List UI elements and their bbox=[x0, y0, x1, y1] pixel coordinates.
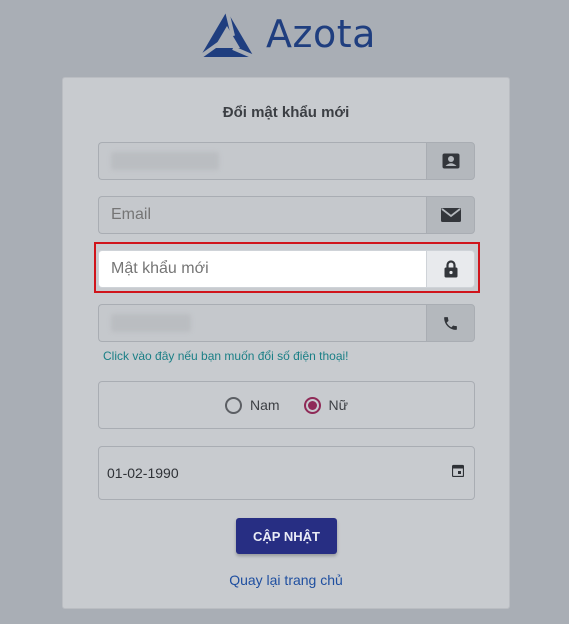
email-input[interactable] bbox=[98, 196, 426, 234]
new-password-field bbox=[98, 250, 475, 288]
phone-field bbox=[98, 304, 475, 342]
envelope-icon bbox=[426, 196, 475, 234]
calendar-icon[interactable] bbox=[451, 464, 465, 482]
new-password-input[interactable] bbox=[98, 250, 426, 288]
brand-name: Azota bbox=[266, 12, 376, 56]
birthdate-value: 01-02-1990 bbox=[107, 465, 179, 481]
redacted-name bbox=[111, 152, 219, 170]
azota-logo-icon bbox=[198, 10, 255, 59]
gender-selector: Nam Nữ bbox=[98, 381, 475, 429]
gender-option-male[interactable]: Nam bbox=[224, 396, 280, 414]
lock-icon bbox=[426, 250, 475, 288]
back-home-link[interactable]: Quay lại trang chủ bbox=[63, 572, 509, 588]
update-button[interactable]: CẬP NHẬT bbox=[236, 518, 337, 554]
form-title: Đổi mật khẩu mới bbox=[222, 104, 350, 121]
gender-label-female: Nữ bbox=[328, 397, 349, 413]
change-password-card: Đổi mật khẩu mới Click vào đây nếu bạn bbox=[62, 77, 510, 609]
brand-logo: Azota bbox=[198, 8, 376, 60]
gender-option-female[interactable]: Nữ bbox=[303, 396, 349, 414]
radio-checked[interactable] bbox=[303, 396, 321, 414]
contact-card-icon bbox=[426, 142, 475, 180]
radio-unchecked[interactable] bbox=[224, 396, 242, 414]
gender-label-male: Nam bbox=[249, 397, 280, 413]
name-input[interactable] bbox=[98, 142, 426, 180]
birthdate-field[interactable]: 01-02-1990 bbox=[98, 446, 475, 500]
name-field bbox=[98, 142, 475, 180]
phone-input[interactable] bbox=[98, 304, 426, 342]
email-field bbox=[98, 196, 475, 234]
redacted-phone bbox=[111, 314, 191, 332]
change-phone-link[interactable]: Click vào đây nếu bạn muốn đổi số điện t… bbox=[103, 349, 349, 363]
phone-icon bbox=[426, 304, 475, 342]
